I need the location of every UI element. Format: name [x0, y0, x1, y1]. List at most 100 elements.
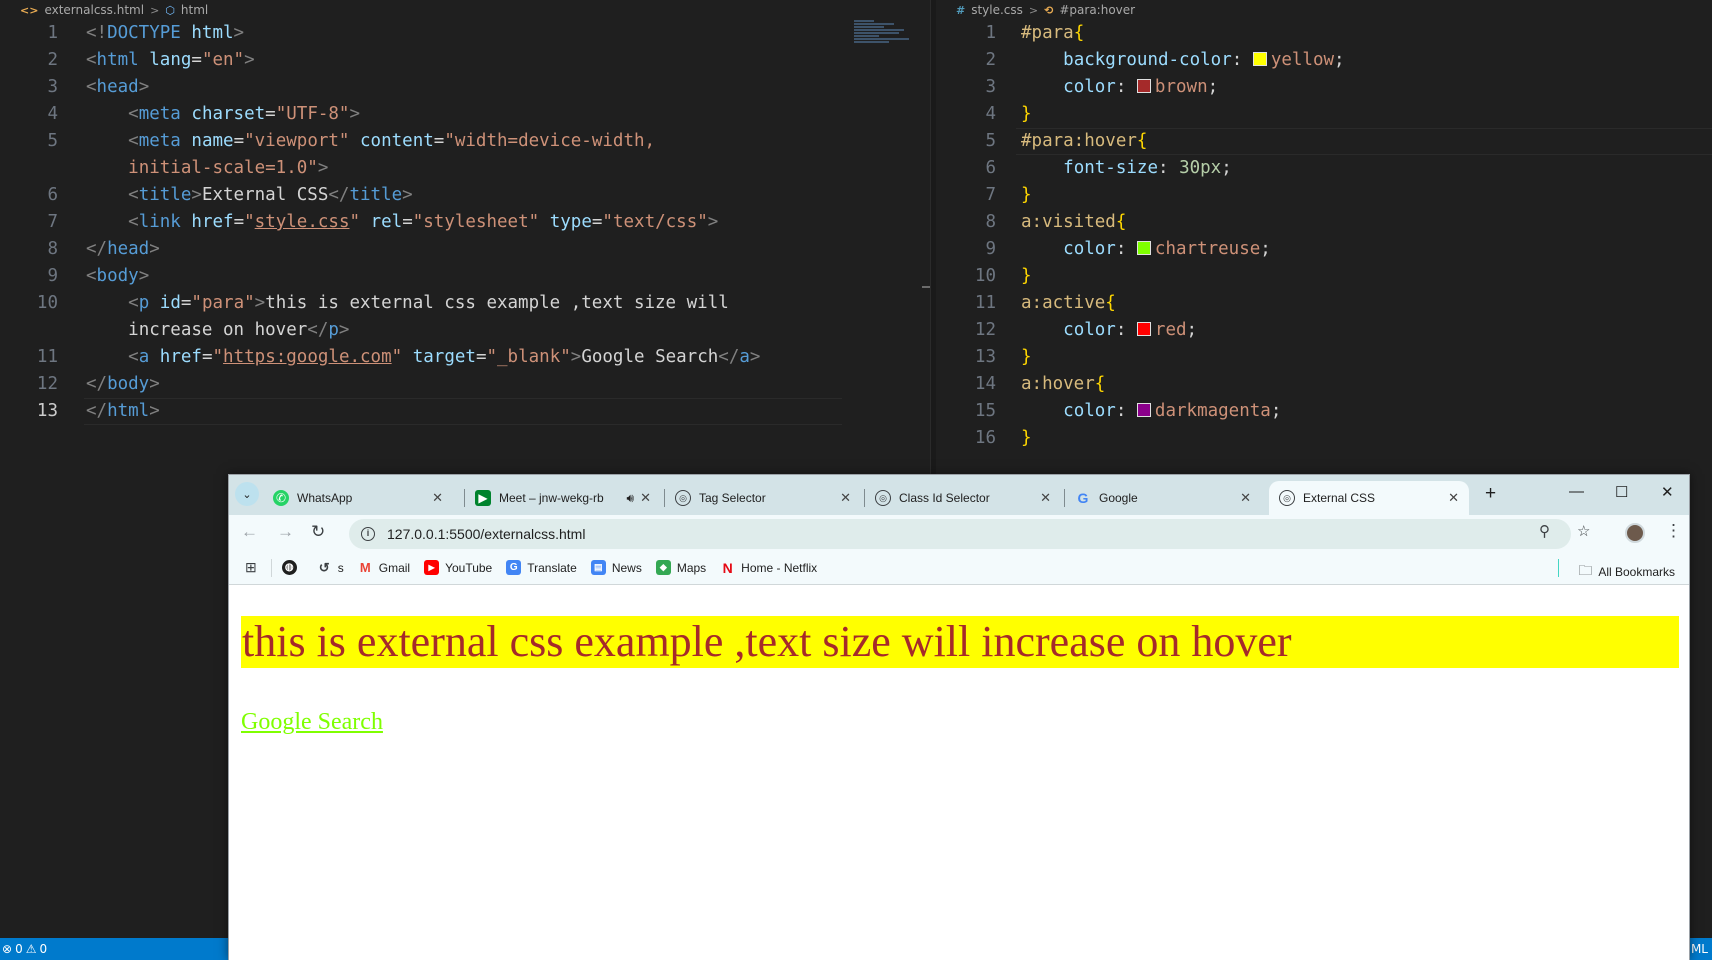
- code-line: 10 <p id="para">this is external css exa…: [36, 293, 729, 313]
- google-icon: G: [1077, 490, 1089, 506]
- close-icon[interactable]: ✕: [1448, 490, 1459, 506]
- bookmark-star-icon[interactable]: ☆: [1577, 522, 1590, 540]
- minimize-button[interactable]: —: [1569, 483, 1584, 500]
- code-line: 6 font-size: 30px;: [985, 158, 1232, 178]
- speaker-icon[interactable]: 🔊︎: [627, 491, 635, 506]
- html-file-icon: <>: [20, 3, 39, 17]
- code-line: 10}: [974, 266, 1032, 286]
- hover-paragraph: this is external css example ,text size …: [241, 616, 1679, 668]
- color-swatch[interactable]: [1136, 241, 1151, 255]
- bookmark-netflix[interactable]: N Home - Netflix: [720, 559, 818, 576]
- news-icon: ▤: [590, 560, 606, 575]
- close-icon[interactable]: ✕: [1240, 490, 1251, 506]
- code-line: 3 <head>: [47, 77, 150, 97]
- code-line: 12 color: red;: [974, 320, 1198, 340]
- code-line: 4}: [985, 104, 1032, 124]
- color-swatch[interactable]: [1136, 322, 1151, 336]
- tab-external-css[interactable]: ◎ External CSS ✕: [1269, 481, 1469, 515]
- avatar[interactable]: [1625, 523, 1645, 543]
- tab-class-id-selector[interactable]: ◎ Class Id Selector ✕: [865, 481, 1061, 515]
- code-line: 5 <meta name="viewport" content="width=d…: [47, 131, 656, 151]
- maps-icon: ◆: [655, 560, 671, 575]
- netflix-icon: N: [722, 559, 733, 576]
- code-line: 13}: [974, 347, 1032, 367]
- apps-grid-icon[interactable]: ⊞: [245, 559, 257, 576]
- css-file-icon: #: [956, 3, 966, 17]
- tab-meet[interactable]: ▶ Meet – jnw-wekg-rb 🔊︎ ✕: [465, 481, 661, 515]
- error-icon[interactable]: ⊗: [2, 942, 12, 956]
- globe-icon: ◎: [675, 490, 691, 506]
- bookmark-globe[interactable]: ◍: [281, 560, 303, 575]
- code-area[interactable]: 1 <!DOCTYPE html> 2 <html lang="en"> 3 <hea…: [0, 20, 930, 425]
- address-bar[interactable]: i 127.0.0.1:5500/externalcss.html: [349, 519, 1571, 549]
- code-line: 7}: [985, 185, 1032, 205]
- close-icon[interactable]: ✕: [840, 490, 851, 506]
- code-line: 8 </head>: [47, 239, 160, 259]
- breadcrumb-file[interactable]: style.css: [971, 3, 1023, 17]
- reload-button[interactable]: ↻: [311, 522, 325, 542]
- tab-search-button[interactable]: ⌄: [235, 482, 259, 506]
- bookmarks-bar: ⊞ ◍ ↺ s M Gmail ▶ YouTube G Translate ▤ News …: [229, 551, 1689, 585]
- close-window-button[interactable]: ✕: [1661, 483, 1674, 501]
- google-search-link[interactable]: Google Search: [241, 709, 383, 736]
- warnings-count[interactable]: 0: [39, 942, 47, 956]
- forward-button[interactable]: →: [277, 522, 294, 542]
- maximize-button[interactable]: ☐: [1615, 483, 1628, 501]
- breadcrumb-node[interactable]: #para:hover: [1059, 3, 1135, 17]
- bookmark-maps[interactable]: ◆ Maps: [655, 560, 706, 575]
- chevron-right-icon: >: [150, 3, 160, 17]
- globe-icon: ◎: [1279, 490, 1295, 506]
- tab-whatsapp[interactable]: ✆ WhatsApp ✕: [263, 481, 453, 515]
- translate-icon: G: [506, 560, 522, 575]
- code-line: 7 <link href="style.css" rel="stylesheet…: [47, 212, 719, 232]
- code-line: 1 #para{: [985, 23, 1085, 43]
- page-viewport[interactable]: this is external css example ,text size …: [229, 586, 1689, 960]
- history-icon: ↺: [318, 559, 330, 575]
- code-line: 16}: [974, 428, 1032, 448]
- code-line: 9 color: chartreuse;: [985, 239, 1271, 259]
- code-line: 8 a:visited{: [985, 212, 1127, 232]
- close-icon[interactable]: ✕: [1040, 490, 1051, 506]
- close-icon[interactable]: ✕: [432, 490, 443, 506]
- code-line-current: 5 #para:hover{: [936, 128, 1712, 155]
- selector-icon: ⟲: [1044, 3, 1054, 17]
- tab-google[interactable]: G Google ✕: [1065, 481, 1261, 515]
- problems-count[interactable]: 0: [15, 942, 23, 956]
- tab-tag-selector[interactable]: ◎ Tag Selector ✕: [665, 481, 861, 515]
- code-line: 12 </body>: [36, 374, 160, 394]
- code-line: 11 <a href="https:google.com" target="_b…: [36, 347, 761, 367]
- close-icon[interactable]: ✕: [640, 490, 651, 506]
- all-bookmarks-button[interactable]: 🗀 All Bookmarks: [1578, 560, 1675, 584]
- color-swatch[interactable]: [1136, 79, 1151, 93]
- bookmark-gmail[interactable]: M Gmail: [358, 560, 410, 575]
- bookmark-history[interactable]: ↺ s: [317, 560, 344, 575]
- menu-kebab-icon[interactable]: ⋮: [1665, 521, 1682, 541]
- browser-toolbar: ← → ↻ i 127.0.0.1:5500/externalcss.html …: [229, 515, 1689, 551]
- back-button[interactable]: ←: [241, 522, 258, 542]
- tab-strip: ⌄ ✆ WhatsApp ✕ ▶ Meet – jnw-wekg-rb 🔊︎ ✕…: [229, 475, 1689, 515]
- color-swatch[interactable]: [1136, 403, 1151, 417]
- code-area[interactable]: 1 #para{ 2 background-color: yellow; 3 co…: [936, 20, 1712, 452]
- whatsapp-icon: ✆: [273, 490, 289, 506]
- breadcrumb-node[interactable]: html: [181, 3, 208, 17]
- browser-window[interactable]: ⌄ ✆ WhatsApp ✕ ▶ Meet – jnw-wekg-rb 🔊︎ ✕…: [228, 474, 1690, 960]
- youtube-icon: ▶: [424, 560, 440, 575]
- site-info-icon[interactable]: i: [361, 527, 375, 541]
- bookmark-translate[interactable]: G Translate: [506, 560, 577, 575]
- url-text[interactable]: 127.0.0.1:5500/externalcss.html: [387, 526, 585, 542]
- warning-icon[interactable]: ⚠: [26, 942, 37, 956]
- code-line: 6 <title>External CSS</title>: [47, 185, 413, 205]
- breadcrumb-file[interactable]: externalcss.html: [44, 3, 144, 17]
- zoom-icon[interactable]: ⚲: [1539, 522, 1550, 540]
- code-line: 3 color: brown;: [985, 77, 1219, 97]
- code-line: 14 a:hover{: [974, 374, 1106, 394]
- code-line-current: 13 </html>: [0, 398, 930, 425]
- new-tab-button[interactable]: +: [1485, 483, 1496, 505]
- language-mode[interactable]: ML: [1691, 942, 1708, 956]
- color-swatch[interactable]: [1252, 52, 1267, 66]
- code-line: 4 <meta charset="UTF-8">: [47, 104, 361, 124]
- bookmark-news[interactable]: ▤ News: [590, 560, 642, 575]
- code-line: 2 background-color: yellow;: [985, 50, 1345, 70]
- bookmark-youtube[interactable]: ▶ YouTube: [424, 560, 492, 575]
- code-line: 15 color: darkmagenta;: [974, 401, 1282, 421]
